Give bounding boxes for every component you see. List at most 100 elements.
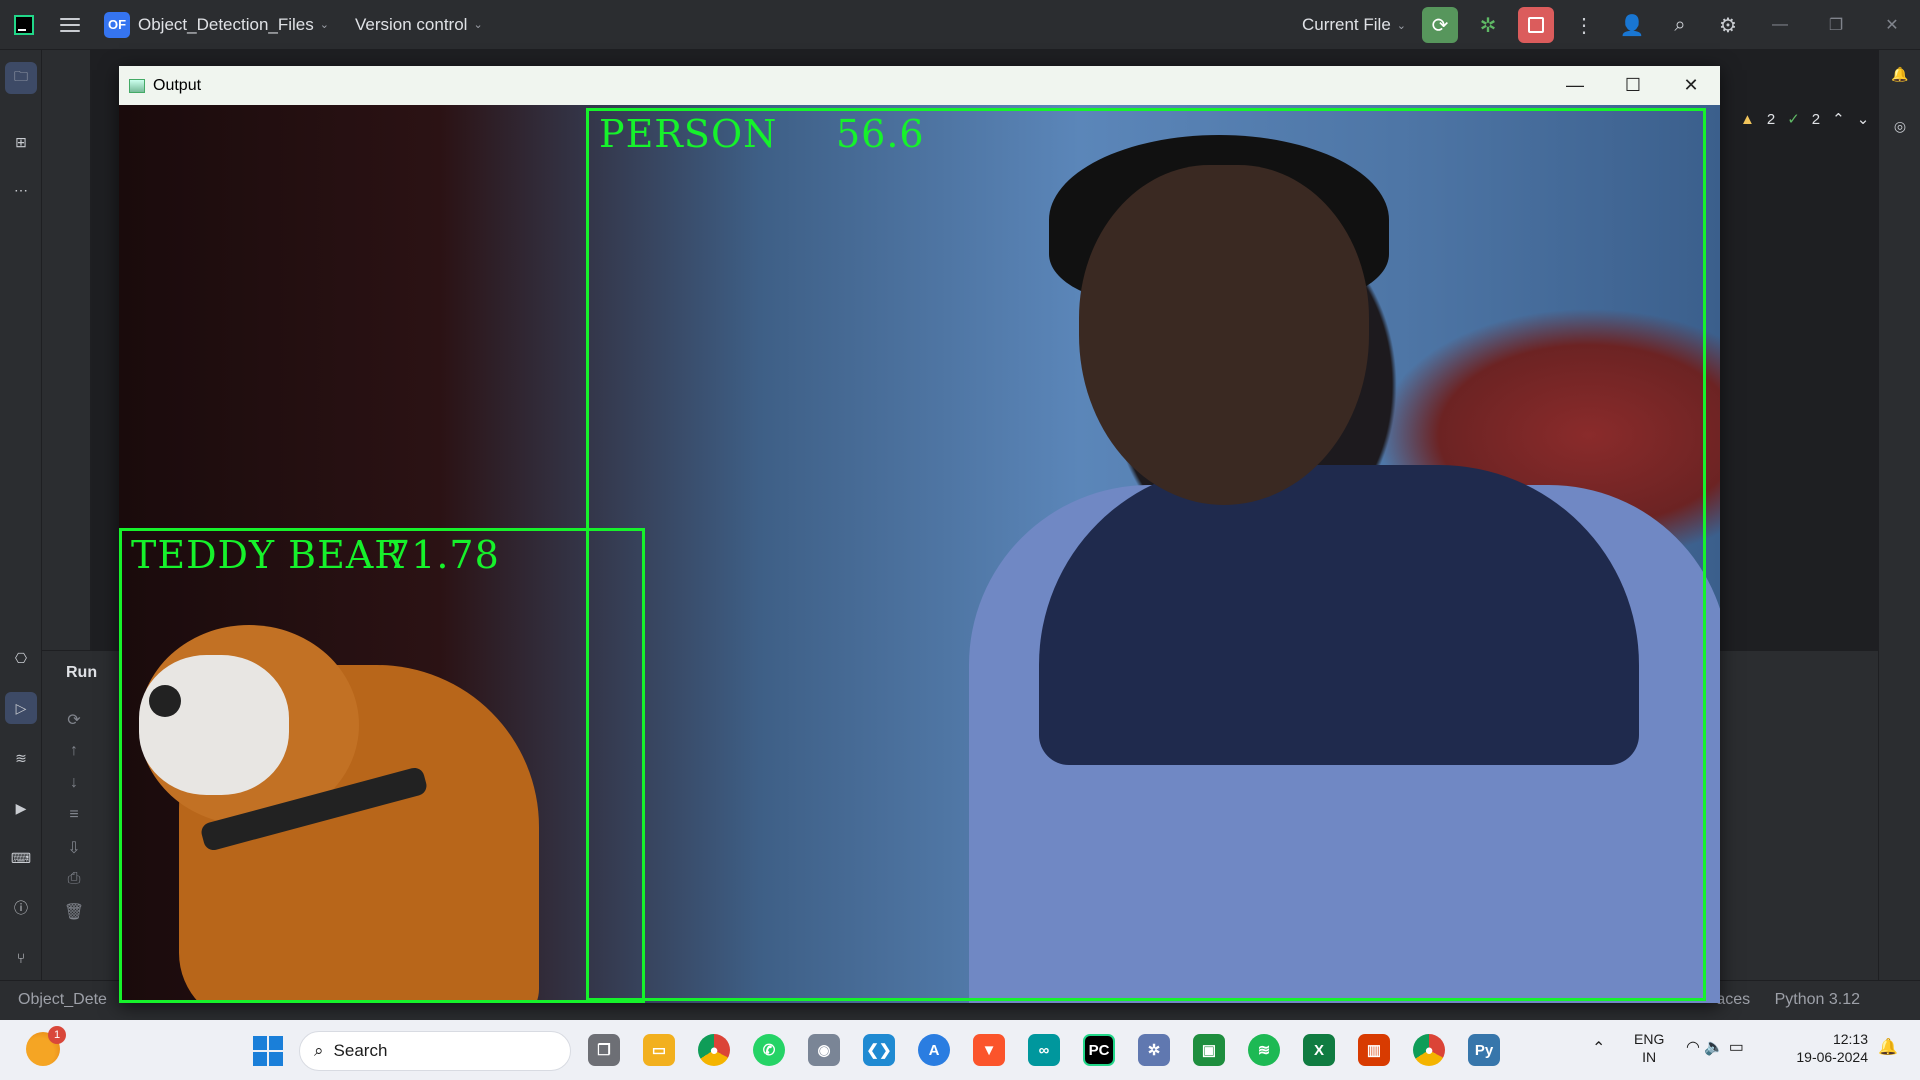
services-icon[interactable]: ▶ bbox=[9, 796, 33, 820]
project-folder-icon[interactable]: 🗀 bbox=[5, 62, 37, 94]
warnings-count: 2 bbox=[1766, 110, 1776, 128]
show-hidden-icons-chevron[interactable]: ⌃ bbox=[1592, 1040, 1605, 1058]
spotify-icon[interactable]: ≋ bbox=[1248, 1034, 1280, 1066]
app-store-icon[interactable]: A bbox=[918, 1034, 950, 1066]
rerun-button[interactable]: ⟳ bbox=[1422, 7, 1458, 43]
chrome-profile-icon[interactable]: ● bbox=[1413, 1034, 1445, 1066]
main-menu-icon[interactable] bbox=[60, 17, 80, 32]
code-with-me-icon[interactable]: 👤 bbox=[1614, 7, 1650, 43]
classroom-icon[interactable]: ▣ bbox=[1193, 1034, 1225, 1066]
arduino-icon[interactable]: ∞ bbox=[1028, 1034, 1060, 1066]
rerun-icon[interactable]: ⟳ bbox=[62, 710, 86, 742]
close-button[interactable]: ✕ bbox=[1662, 66, 1720, 105]
git-icon[interactable]: ⑂ bbox=[9, 946, 33, 970]
scroll-up-icon[interactable]: ↑ bbox=[62, 742, 86, 774]
teddy-bear-label: TEDDY BEAR bbox=[131, 533, 404, 577]
settings-gear-icon[interactable]: ⚙ bbox=[1710, 7, 1746, 43]
chevron-down-icon: ⌄ bbox=[1396, 19, 1406, 32]
network-volume-battery[interactable]: ◠ 🔈 ▭ bbox=[1686, 1039, 1744, 1057]
minimize-button[interactable]: — bbox=[1752, 16, 1808, 34]
weather-widget-icon[interactable]: 1 bbox=[26, 1026, 66, 1066]
clock[interactable]: 12:13 19-06-2024 bbox=[1786, 1030, 1868, 1066]
run-config-label: Current File bbox=[1301, 15, 1391, 34]
warning-icon: ▲ bbox=[1740, 110, 1755, 128]
vcs-menu[interactable]: Version control ⌄ bbox=[355, 15, 483, 35]
project-name: Object_Detection_Files bbox=[138, 14, 314, 34]
chrome-icon[interactable]: ● bbox=[698, 1034, 730, 1066]
project-badge[interactable]: OF bbox=[104, 11, 130, 38]
status-partial-text: aces bbox=[1716, 991, 1751, 1008]
language-bottom: IN bbox=[1642, 1049, 1657, 1065]
debug-button[interactable]: ✲ bbox=[1470, 7, 1506, 43]
project-selector[interactable]: Object_Detection_Files ⌄ bbox=[138, 15, 329, 35]
soft-wrap-icon[interactable]: ≡ bbox=[62, 806, 86, 838]
stop-button[interactable] bbox=[1518, 7, 1554, 43]
task-view-icon[interactable]: ❐ bbox=[588, 1034, 620, 1066]
ai-assistant-icon[interactable]: ◎ bbox=[1888, 114, 1912, 138]
notification-badge: 1 bbox=[48, 1026, 66, 1044]
wifi-icon: ◠ bbox=[1686, 1039, 1700, 1056]
camera-icon[interactable]: ◉ bbox=[808, 1034, 840, 1066]
restore-button[interactable]: ❐ bbox=[1808, 15, 1864, 35]
app-icon bbox=[129, 78, 145, 93]
title-bar-right: Current File ⌄ ⟳ ✲ ⋮ 👤 ⌕ ⚙ — ❐ ✕ bbox=[1294, 0, 1920, 50]
terminal-icon[interactable]: ⌨ bbox=[9, 846, 33, 870]
clock-time: 12:13 bbox=[1832, 1031, 1868, 1047]
pycharm-logo-icon[interactable] bbox=[14, 14, 34, 35]
scroll-to-end-icon[interactable]: ⇩ bbox=[62, 838, 86, 870]
chevron-down-icon: ⌄ bbox=[473, 19, 483, 31]
maximize-button[interactable]: ☐ bbox=[1604, 66, 1662, 105]
python-packages-icon[interactable]: ⎔ bbox=[9, 646, 33, 670]
search-placeholder: Search bbox=[333, 1041, 388, 1060]
chevron-up-icon[interactable]: ⌃ bbox=[1832, 110, 1845, 128]
excel-icon[interactable]: X bbox=[1303, 1034, 1335, 1066]
run-tool-icon[interactable]: ▷ bbox=[5, 692, 37, 724]
breadcrumb[interactable]: Object_Dete bbox=[18, 991, 107, 1009]
clock-date: 19-06-2024 bbox=[1796, 1049, 1868, 1065]
brave-icon[interactable]: ▼ bbox=[973, 1034, 1005, 1066]
language-indicator[interactable]: ENG IN bbox=[1634, 1030, 1664, 1066]
layers-icon[interactable]: ≋ bbox=[9, 746, 33, 770]
output-window-title: Output bbox=[153, 76, 202, 94]
close-button[interactable]: ✕ bbox=[1864, 15, 1920, 35]
more-actions-icon[interactable]: ⋮ bbox=[1566, 7, 1602, 43]
left-tool-strip: 🗀 ⊞ ⋯ ⎔ ▷ ≋ ▶ ⌨ ⓘ ⑂ bbox=[0, 50, 42, 980]
taskbar-search-box[interactable]: ⌕ Search bbox=[299, 1031, 571, 1071]
notifications-bell-icon[interactable]: 🔔 bbox=[1888, 62, 1912, 86]
structure-icon[interactable]: ⊞ bbox=[9, 130, 33, 154]
python-interpreter: Python 3.12 bbox=[1774, 991, 1860, 1008]
office-icon[interactable]: ▥ bbox=[1358, 1034, 1390, 1066]
chevron-down-icon[interactable]: ⌄ bbox=[1857, 110, 1870, 128]
inspection-widget[interactable]: ▲ 2 ✓ 2 ⌃ ⌄ bbox=[1740, 110, 1870, 129]
interpreter-indicator[interactable]: aces Python 3.12 bbox=[1716, 991, 1860, 1009]
search-icon: ⌕ bbox=[314, 1041, 324, 1060]
problems-icon[interactable]: ⓘ bbox=[9, 896, 33, 920]
ide-title-bar: OF Object_Detection_Files ⌄ Version cont… bbox=[0, 0, 1920, 50]
more-tools-icon[interactable]: ⋯ bbox=[9, 178, 33, 202]
print-icon[interactable]: ⎙ bbox=[62, 870, 86, 902]
language-top: ENG bbox=[1634, 1031, 1665, 1047]
pycharm-icon[interactable]: PC bbox=[1083, 1034, 1115, 1066]
checks-count: 2 bbox=[1811, 110, 1821, 128]
file-explorer-icon[interactable]: ▭ bbox=[643, 1034, 675, 1066]
whatsapp-icon[interactable]: ✆ bbox=[753, 1034, 785, 1066]
notification-bell-icon[interactable]: 🔔 bbox=[1878, 1039, 1898, 1057]
windows-taskbar bbox=[0, 1020, 1920, 1080]
vscode-icon[interactable]: ❮❯ bbox=[863, 1034, 895, 1066]
minimize-button[interactable]: — bbox=[1546, 66, 1604, 105]
output-window-title-bar[interactable]: Output — ☐ ✕ bbox=[119, 66, 1720, 105]
run-panel-title[interactable]: Run bbox=[66, 664, 97, 682]
python-icon[interactable]: Py bbox=[1468, 1034, 1500, 1066]
person-bounding-box bbox=[586, 108, 1706, 1001]
windows-start-icon[interactable] bbox=[253, 1036, 283, 1066]
run-config-selector[interactable]: Current File ⌄ bbox=[1302, 15, 1406, 35]
scroll-down-icon[interactable]: ↓ bbox=[62, 774, 86, 806]
bug-app-icon[interactable]: ✲ bbox=[1138, 1034, 1170, 1066]
vcs-label: Version control bbox=[354, 14, 468, 34]
search-icon[interactable]: ⌕ bbox=[1662, 7, 1698, 43]
trash-icon[interactable]: 🗑 bbox=[62, 902, 86, 934]
editor-gutter bbox=[42, 50, 90, 650]
chevron-down-icon: ⌄ bbox=[319, 19, 329, 31]
person-label: PERSON bbox=[599, 112, 778, 156]
camera-frame: PERSON 56.6 TEDDY BEAR 71.78 bbox=[119, 105, 1720, 1003]
